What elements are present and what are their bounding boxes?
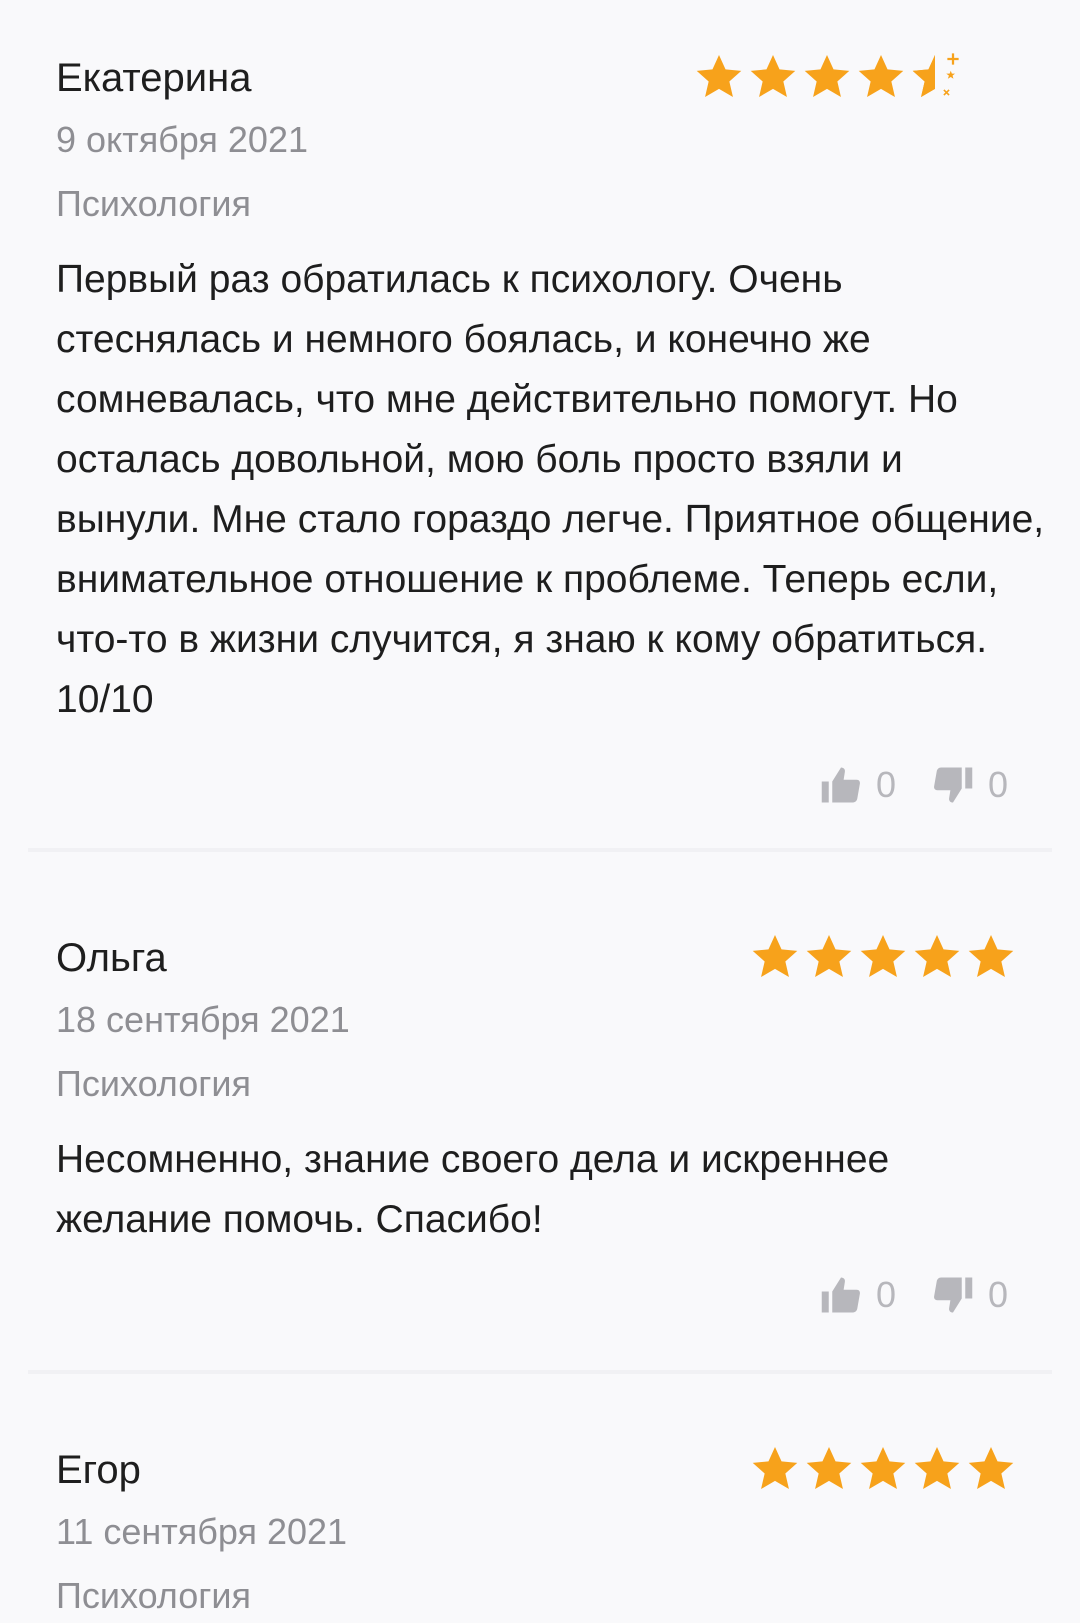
star-icon (968, 1446, 1014, 1490)
review-votes: 0 0 (820, 764, 1008, 806)
dislike-button[interactable]: 0 (932, 1274, 1008, 1316)
star-icon (750, 54, 796, 98)
dislike-count: 0 (987, 764, 1008, 805)
dislike-count: 0 (987, 1274, 1008, 1315)
rating-stars (748, 930, 1018, 984)
star-icon (752, 934, 798, 978)
divider (28, 1370, 1052, 1374)
review-text: Несомненно, знание своего дела и искренн… (56, 1138, 890, 1241)
thumbs-down-icon (934, 767, 973, 803)
divider (28, 848, 1052, 852)
star-icon (968, 934, 1014, 978)
thumbs-down-icon (934, 1277, 973, 1313)
review-votes: 0 0 (820, 1274, 1008, 1316)
star-half-icon (912, 53, 959, 98)
like-count: 0 (875, 764, 896, 805)
like-button[interactable]: 0 (820, 1274, 896, 1316)
review-date: 18 сентября 2021 (56, 999, 350, 1040)
review-author: Ольга (56, 936, 167, 980)
review-category: Психология (56, 1575, 251, 1616)
star-icon (696, 54, 742, 98)
star-icon (860, 934, 906, 978)
star-icon (914, 934, 960, 978)
review-author: Екатерина (56, 56, 252, 100)
star-icon (804, 54, 850, 98)
star-icon (752, 1446, 798, 1490)
star-icon (806, 934, 852, 978)
rating-stars (692, 50, 962, 104)
star-icon (806, 1446, 852, 1490)
like-button[interactable]: 0 (820, 764, 896, 806)
review-author: Егор (56, 1448, 141, 1492)
rating-stars (748, 1442, 1018, 1496)
review-category: Психология (56, 183, 251, 224)
review-date: 11 сентября 2021 (56, 1511, 348, 1552)
like-count: 0 (875, 1274, 896, 1315)
thumbs-up-icon (821, 1277, 860, 1313)
star-icon (858, 54, 904, 98)
star-icon (860, 1446, 906, 1490)
star-icon (914, 1446, 960, 1490)
dislike-button[interactable]: 0 (932, 764, 1008, 806)
review-category: Психология (56, 1063, 251, 1104)
review-date: 9 октября 2021 (56, 119, 308, 160)
review-text: Первый раз обратилась к психологу. Очень… (56, 258, 1045, 721)
thumbs-up-icon (821, 767, 860, 803)
